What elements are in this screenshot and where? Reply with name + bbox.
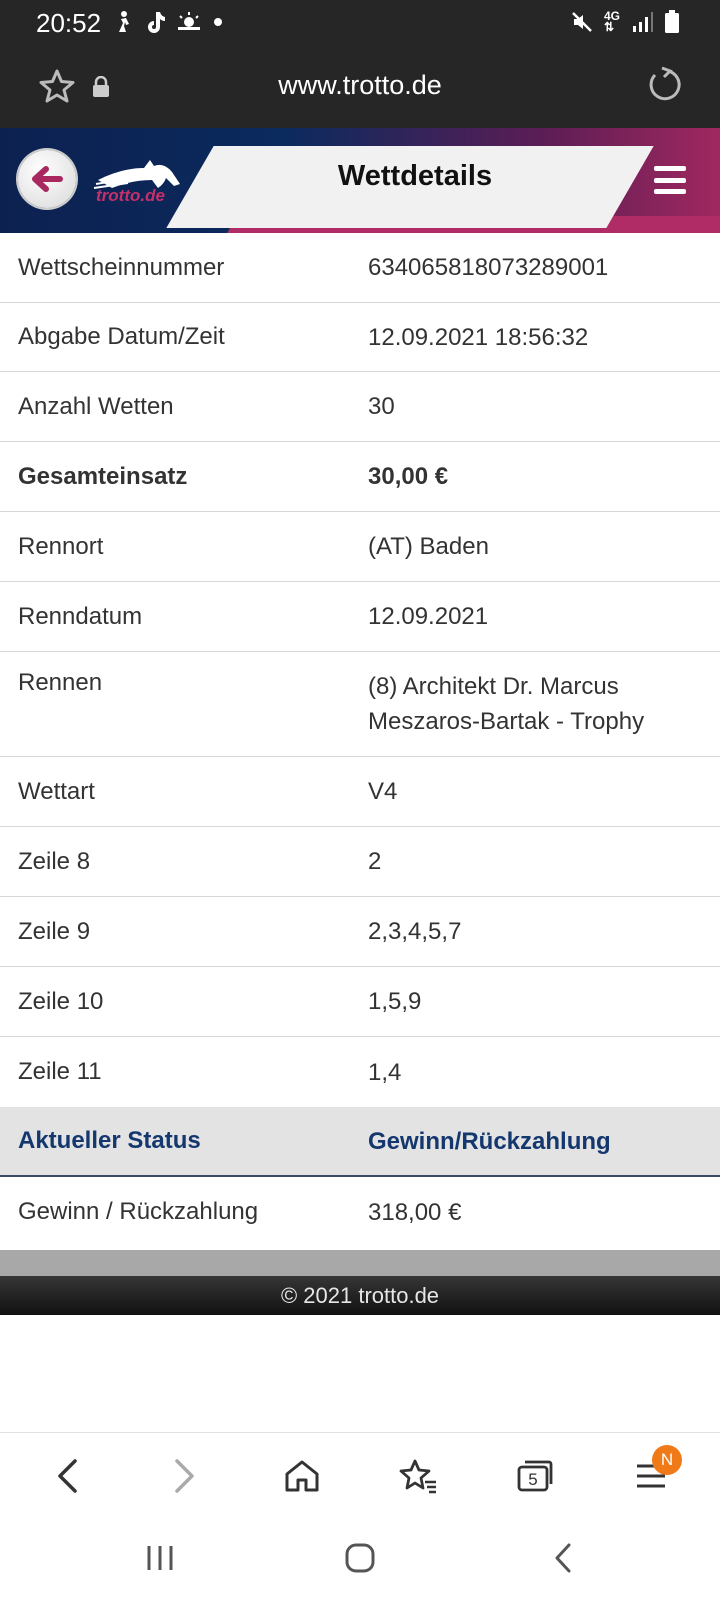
recent-apps-icon (147, 1546, 173, 1570)
detail-value: 1,5,9 (368, 988, 422, 1015)
detail-row-submit-datetime: Abgabe Datum/Zeit 12.09.2021 18:56:32 (0, 303, 720, 372)
tiktok-icon (148, 12, 165, 33)
detail-row-venue: Rennort (AT) Baden (0, 512, 720, 582)
detail-value: 2,3,4,5,7 (368, 918, 462, 945)
payout-label: Gewinn / Rückzahlung (18, 1198, 259, 1225)
detail-label: Zeile 11 (18, 1058, 102, 1085)
detail-value: 12.09.2021 (368, 603, 489, 630)
detail-value: 634065818073289001 (368, 254, 609, 281)
bookmarks-star-icon (399, 1459, 436, 1494)
trotto-logo[interactable]: trotto.de (92, 154, 188, 208)
detail-value: 1,4 (368, 1058, 402, 1086)
tab-count: 5 (528, 1470, 538, 1489)
site-footer: © 2021 trotto.de (0, 1276, 720, 1315)
detail-row-line-11: Zeile 11 1,4 (0, 1037, 720, 1107)
browser-forward-button[interactable] (160, 1451, 210, 1501)
status-value: Gewinn/Rückzahlung (368, 1127, 611, 1155)
detail-value: (AT) Baden (368, 533, 489, 560)
status-label: Aktueller Status (18, 1127, 201, 1154)
walking-icon (119, 11, 129, 32)
detail-row-bet-number: Wettscheinnummer 634065818073289001 (0, 233, 720, 303)
page-title: Wettdetails (337, 160, 493, 192)
detail-label: Zeile 9 (18, 917, 91, 945)
system-icons: 4G ⇅ (570, 10, 680, 34)
back-button[interactable] (18, 150, 76, 208)
detail-label: Renndatum (18, 602, 143, 630)
detail-row-line-8: Zeile 8 2 (0, 827, 720, 897)
chevron-left-icon (58, 1459, 77, 1493)
browser-tabs-button[interactable]: 5 (510, 1451, 560, 1501)
dot-icon (214, 18, 222, 26)
chevron-right-icon (175, 1459, 194, 1493)
detail-value: 30,00 € (368, 463, 449, 490)
status-header-row: Aktueller Status Gewinn/Rückzahlung (0, 1107, 720, 1177)
detail-label: Zeile 8 (18, 847, 91, 875)
network-label: 4G (604, 9, 621, 23)
site-header: trotto.de Wettdetails (0, 128, 720, 233)
menu-badge: N (652, 1445, 682, 1475)
bet-details-table: Wettscheinnummer 634065818073289001 Abga… (0, 233, 720, 1247)
status-time: 20:52 (36, 8, 102, 38)
payout-row: Gewinn / Rückzahlung 318,00 € (0, 1177, 720, 1247)
detail-row-bet-type: Wettart V4 (0, 757, 720, 827)
browser-toolbar: 5 N (0, 1432, 720, 1518)
browser-menu-button[interactable]: N (626, 1445, 682, 1501)
system-back-button[interactable] (538, 1538, 588, 1578)
network-4g-icon: 4G ⇅ (604, 9, 621, 34)
detail-row-total-stake: Gesamteinsatz 30,00 € (0, 442, 720, 512)
browser-back-button[interactable] (42, 1451, 92, 1501)
detail-row-bet-count: Anzahl Wetten 30 (0, 372, 720, 442)
browser-bookmarks-button[interactable] (393, 1451, 443, 1501)
detail-label: Anzahl Wetten (18, 392, 174, 420)
reload-icon[interactable] (646, 66, 682, 107)
back-arrow-icon (32, 166, 63, 192)
system-navigation-bar (0, 1518, 720, 1600)
detail-label: Abgabe Datum/Zeit (18, 323, 225, 350)
detail-label: Rennen (18, 669, 103, 696)
detail-row-race-date: Renndatum 12.09.2021 (0, 582, 720, 652)
detail-value: 2 (368, 848, 382, 875)
detail-label: Wettscheinnummer (18, 253, 225, 281)
detail-value: 30 (368, 393, 395, 420)
url-text[interactable]: www.trotto.de (0, 70, 720, 101)
detail-label: Rennort (18, 532, 104, 560)
home-icon (285, 1460, 319, 1492)
browser-home-button[interactable] (277, 1451, 327, 1501)
copyright-text: © 2021 trotto.de (280, 1283, 440, 1308)
menu-icon[interactable] (654, 166, 686, 194)
browser-url-bar: www.trotto.de (0, 46, 720, 128)
home-button[interactable] (335, 1538, 385, 1578)
status-bar: 20:52 4G ⇅ (0, 0, 720, 46)
weather-icon (178, 12, 200, 30)
detail-row-line-9: Zeile 9 2,3,4,5,7 (0, 897, 720, 967)
recent-apps-button[interactable] (135, 1538, 185, 1578)
detail-value: V4 (368, 778, 398, 805)
notification-icons (112, 10, 224, 34)
logo-text: trotto.de (96, 186, 165, 205)
detail-row-race: Rennen (8) Architekt Dr. Marcus Meszaros… (0, 652, 720, 757)
home-square-icon (345, 1543, 375, 1573)
battery-icon (665, 10, 679, 33)
mute-icon (572, 12, 592, 32)
detail-value: 12.09.2021 18:56:32 (368, 323, 589, 351)
detail-label: Zeile 10 (18, 987, 104, 1015)
detail-label: Gesamteinsatz (18, 462, 188, 490)
detail-row-line-10: Zeile 10 1,5,9 (0, 967, 720, 1037)
detail-value: (8) Architekt Dr. Marcus Meszaros-Bartak… (368, 673, 645, 735)
signal-icon (633, 12, 653, 32)
back-chevron-icon (555, 1543, 571, 1573)
footer-divider (0, 1250, 720, 1276)
detail-label: Wettart (18, 777, 95, 805)
payout-value: 318,00 € (368, 1198, 462, 1226)
